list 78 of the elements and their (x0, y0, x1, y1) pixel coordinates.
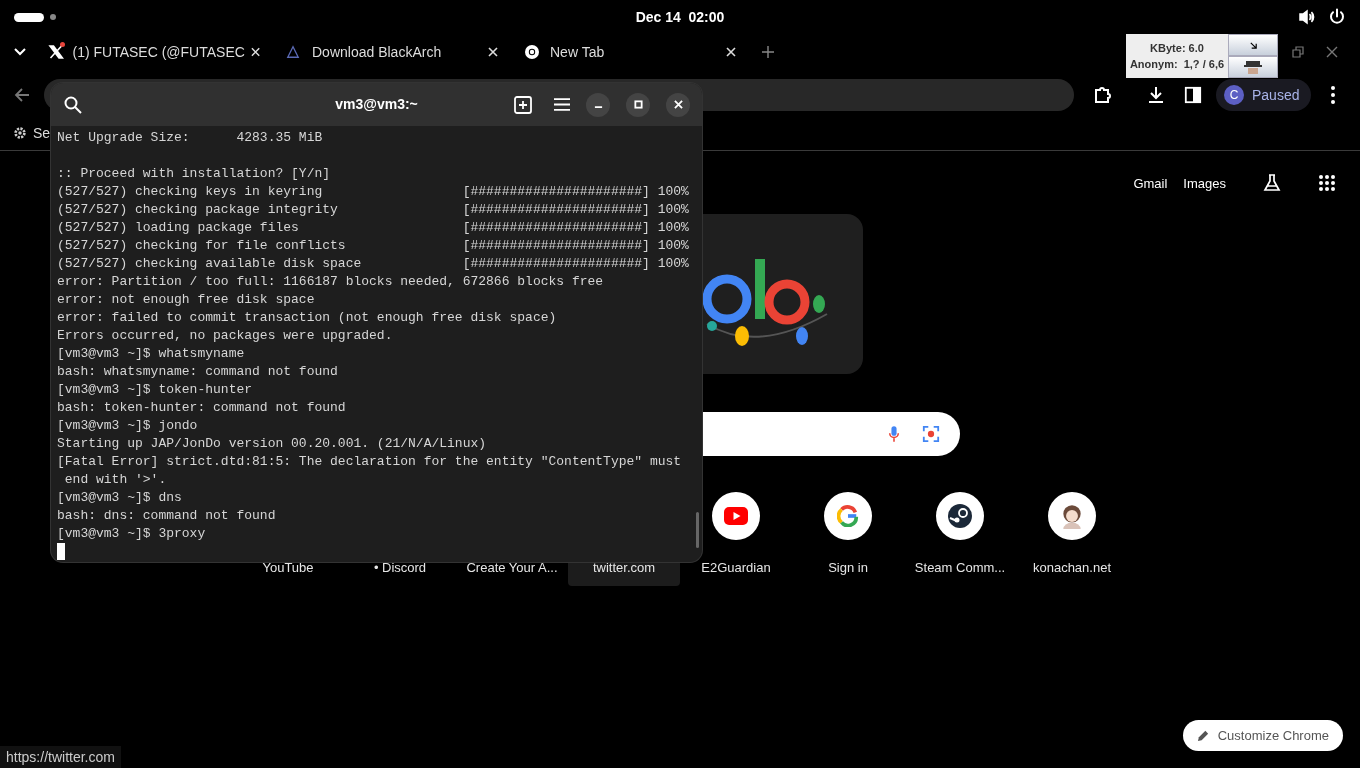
status-url: https://twitter.com (0, 746, 121, 768)
terminal-line: bash: whatsmyname: command not found (57, 363, 338, 381)
spy-button[interactable] (1228, 56, 1278, 78)
puzzle-icon[interactable] (1092, 85, 1112, 105)
workspace-indicator[interactable] (14, 12, 44, 22)
hat-figure-icon (1244, 60, 1262, 74)
header-link[interactable]: Gmail (1133, 175, 1168, 191)
close-button[interactable] (666, 92, 690, 117)
customize-button[interactable]: Customize Chrome (1182, 720, 1343, 751)
flask-icon[interactable] (1262, 173, 1282, 193)
steam-logo-icon[interactable] (936, 492, 984, 540)
menu-icon[interactable] (554, 98, 570, 111)
scrollbar-thumb[interactable] (696, 512, 699, 548)
tab-search-icon[interactable] (14, 48, 26, 56)
restore-icon[interactable] (1292, 46, 1304, 58)
header-link[interactable]: Images (1183, 175, 1226, 191)
browser-tab[interactable]: Download BlackArch (276, 36, 508, 68)
terminal-line: [vm3@vm3 ~]$ 3proxy (57, 525, 206, 543)
play-icon[interactable] (712, 492, 760, 540)
terminal-line: [vm3@vm3 ~]$ dns (57, 489, 182, 507)
terminal-line: (527/527) checking package integrity [######################] 100% (57, 201, 689, 219)
shortcut-label[interactable]: Steam Comm... (904, 560, 1016, 586)
shortcut-label[interactable]: Create Your A... (456, 560, 568, 586)
terminal-line: [Fatal Error] strict.dtd:81:5: The declaration for the entity "ContentType" must (57, 453, 682, 471)
power-icon[interactable] (1328, 8, 1346, 26)
terminal-line: Net Upgrade Size: 4283.35 MiB (57, 129, 323, 147)
terminal-line: (527/527) loading package files [######################] 100% (57, 219, 689, 237)
apps-grid-icon[interactable] (1318, 174, 1336, 192)
terminal-line: (527/527) checking available disk space [######################] 100% (57, 255, 689, 273)
bookmark-link[interactable]: Se (33, 124, 51, 141)
profile-button[interactable]: C Paused (1216, 79, 1312, 111)
shortcut-label[interactable]: E2Guardian (680, 560, 792, 586)
terminal-line: error: not enough free disk space (57, 291, 315, 309)
terminal-line: error: failed to commit transaction (not enough free disk space) (57, 309, 557, 327)
download-icon[interactable] (1146, 85, 1166, 105)
terminal-line: Starting up JAP/JonDo version 00.20.001. (21/N/A/Linux) (57, 435, 487, 453)
microphone-icon[interactable] (888, 425, 900, 443)
close-icon (673, 100, 683, 109)
maximize-button[interactable] (626, 92, 650, 117)
triangle-logo-icon (286, 45, 300, 59)
terminal-line: [vm3@vm3 ~]$ token-hunter (57, 381, 253, 399)
x-logo-icon (48, 44, 64, 60)
square-icon (633, 100, 643, 109)
volume-icon[interactable] (1298, 8, 1316, 26)
traffic-label: KByte: 6.0 (1150, 42, 1204, 54)
clock[interactable]: Dec 14 02:00 (635, 9, 725, 25)
shortcut-label[interactable]: Sign in (792, 560, 904, 586)
terminal-line: :: Proceed with installation? [Y/n] (57, 165, 331, 183)
terminal-line: [vm3@vm3 ~]$ jondo (57, 417, 198, 435)
gear-icon[interactable] (13, 125, 27, 140)
terminal-line: error: Partition / too full: 1166187 blocks needed, 672866 blocks free (57, 273, 604, 291)
terminal-line: bash: dns: command not found (57, 507, 276, 525)
terminal-line: (527/527) checking keys in keyring [######################] 100% (57, 183, 689, 201)
shortcut-label[interactable]: • Discord (344, 560, 456, 586)
menu-icon[interactable] (1331, 86, 1336, 104)
pencil-icon (1196, 729, 1210, 742)
browser-tab[interactable]: (1) FUTASEC (@FUTASEC (38, 36, 270, 68)
terminal-line: [vm3@vm3 ~]$ whatsmyname (57, 345, 245, 363)
browser-tab[interactable]: New Tab (514, 36, 746, 68)
camera-lens-icon[interactable] (922, 425, 940, 443)
terminal-line: end with '>'. (63, 471, 167, 489)
arrow-icon (1248, 40, 1258, 50)
terminal-line: Errors occurred, no packages were upgraded. (57, 327, 393, 345)
minimize-button[interactable] (586, 92, 610, 117)
avatar-icon[interactable] (1048, 492, 1096, 540)
back-arrow-icon[interactable] (14, 87, 30, 103)
side-panel-icon[interactable] (1184, 86, 1202, 104)
search-field[interactable] (702, 412, 960, 456)
g-logo-icon[interactable] (824, 492, 872, 540)
text-cursor (57, 543, 65, 560)
chrome-logo-icon (524, 44, 540, 60)
window-title: vm3@vm3:~ (335, 96, 418, 112)
terminal-line: (527/527) checking for file conflicts [######################] 100% (57, 237, 689, 255)
anonymity-label: Anonym: 1,? / 6,6 (1129, 58, 1225, 70)
shortcut-label[interactable]: YouTube (232, 560, 344, 586)
search-icon[interactable] (64, 95, 82, 114)
terminal-line: bash: token-hunter: command not found (57, 399, 346, 417)
shortcut-label[interactable]: konachan.net (1016, 560, 1128, 586)
